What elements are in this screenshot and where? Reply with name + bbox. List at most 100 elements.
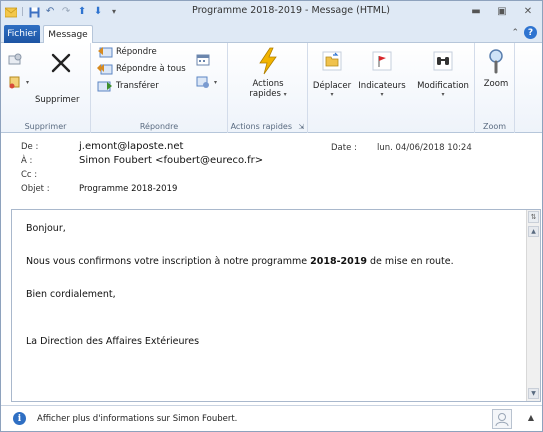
dialog-launcher-icon[interactable]: ⇲	[299, 123, 305, 131]
reply-icon	[97, 45, 113, 59]
close-icon[interactable]: ✕	[520, 4, 536, 18]
lightning-icon	[254, 47, 282, 75]
delete-button[interactable]: Supprimer	[35, 95, 79, 105]
next-item-icon[interactable]: ⬇	[92, 6, 104, 18]
forward-label: Transférer	[116, 81, 159, 91]
more-respond-button[interactable]: ▾	[195, 75, 217, 89]
flag-icon	[368, 47, 396, 75]
quick-steps-group-text: Actions rapides	[230, 122, 292, 131]
ignore-button[interactable]	[7, 53, 26, 67]
group-respond: Répondre Répondre à tous Transférer ▾ Ré…	[91, 43, 228, 133]
date-value: lun. 04/06/2018 10:24	[377, 143, 472, 153]
minimize-icon[interactable]: ▬	[468, 4, 484, 18]
subject-label: Objet :	[21, 184, 50, 194]
group-label-quick-steps: Actions rapides ⇲	[228, 122, 307, 131]
body-line-1-bold: 2018-2019	[310, 256, 367, 267]
reply-label: Répondre	[116, 47, 157, 57]
editing-button[interactable]: Modification ▾	[415, 47, 471, 98]
help-icon[interactable]: ?	[524, 26, 537, 39]
tags-button[interactable]: Indicateurs ▾	[358, 47, 406, 98]
vertical-scrollbar[interactable]: ⇅ ▲ ▼	[526, 210, 540, 401]
move-caret: ▾	[330, 91, 334, 98]
cc-row: Cc :	[21, 170, 79, 180]
move-folder-icon	[318, 47, 346, 75]
minimize-ribbon-icon[interactable]: ⌃	[511, 28, 519, 38]
ribbon-tabs: Fichier Message ⌃ ?	[1, 23, 542, 44]
quick-steps-caret: ▾	[283, 91, 287, 98]
to-row: À : Simon Foubert <foubert@eureco.fr>	[21, 155, 263, 166]
reply-all-button[interactable]: Répondre à tous	[97, 62, 186, 76]
quick-access-toolbar: | ↶ ↷ ⬆ ⬇ ▾	[1, 6, 120, 18]
expand-people-pane-icon[interactable]: ▲	[528, 413, 534, 422]
subject-row: Objet : Programme 2018-2019	[21, 184, 177, 194]
magnifier-icon	[482, 47, 510, 75]
group-tags: Indicateurs ▾	[354, 43, 409, 133]
group-label-zoom: Zoom	[482, 122, 507, 131]
body-closing: Bien cordialement,	[26, 289, 116, 300]
body-line-1-post: de mise en route.	[366, 256, 454, 267]
editing-caret: ▾	[441, 91, 445, 98]
undo-icon[interactable]: ↶	[44, 6, 56, 18]
tags-caret: ▾	[380, 91, 384, 98]
cc-label: Cc :	[21, 170, 38, 180]
people-info-link[interactable]: Afficher plus d'informations sur Simon F…	[37, 414, 237, 424]
group-label-delete: Supprimer	[24, 122, 67, 131]
zoom-button[interactable]: Zoom	[479, 47, 513, 89]
to-value[interactable]: Simon Foubert <foubert@eureco.fr>	[79, 155, 263, 166]
maximize-icon[interactable]: ▣	[494, 4, 510, 18]
outlook-app-icon[interactable]	[5, 6, 17, 18]
more-respond-caret: ▾	[214, 78, 218, 86]
title-bar: | ↶ ↷ ⬆ ⬇ ▾ Programme 2018-2019 - Messag…	[1, 1, 542, 23]
tags-label: Indicateurs	[358, 81, 406, 91]
delete-button-label: Supprimer	[35, 95, 80, 105]
meeting-icon	[195, 53, 211, 67]
from-value[interactable]: j.emont@laposte.net	[79, 141, 183, 152]
move-button[interactable]: Déplacer ▾	[312, 47, 352, 98]
message-body[interactable]: Bonjour, Nous vous confirmons votre insc…	[11, 209, 541, 402]
save-icon[interactable]	[28, 6, 40, 18]
message-body-text: Bonjour, Nous vous confirmons votre insc…	[26, 222, 516, 368]
customize-qat-icon[interactable]: ▾	[108, 6, 120, 18]
redo-icon[interactable]: ↷	[60, 6, 72, 18]
scroll-up-arrow-icon[interactable]: ▲	[528, 226, 539, 237]
quick-steps-label-2: rapides ▾	[249, 89, 286, 99]
people-pane-bar: i Afficher plus d'informations sur Simon…	[1, 405, 542, 431]
group-zoom: Zoom Zoom	[475, 43, 515, 133]
outlook-message-window: | ↶ ↷ ⬆ ⬇ ▾ Programme 2018-2019 - Messag…	[0, 0, 543, 432]
window-title: Programme 2018-2019 - Message (HTML)	[192, 5, 390, 16]
forward-button[interactable]: Transférer	[97, 79, 159, 93]
info-icon: i	[13, 412, 26, 425]
group-move: Déplacer ▾	[308, 43, 354, 133]
date-label: Date :	[331, 143, 357, 153]
from-row: De : j.emont@laposte.net	[21, 141, 183, 152]
message-headers: De : j.emont@laposte.net Date : lun. 04/…	[1, 134, 542, 204]
forward-icon	[97, 79, 113, 93]
reply-all-label: Répondre à tous	[116, 64, 186, 74]
contact-photo-icon[interactable]	[492, 409, 512, 429]
group-label-respond: Répondre	[139, 122, 179, 131]
delete-large-icon-wrap[interactable]	[47, 49, 75, 77]
quick-steps-button[interactable]: Actions rapides ▾	[242, 47, 294, 99]
group-delete: ▾ Supprimer Supprimer	[1, 43, 91, 133]
more-respond-icon	[195, 75, 211, 89]
reply-button[interactable]: Répondre	[97, 45, 157, 59]
quick-steps-label-2-text: rapides	[249, 89, 281, 99]
body-signature: La Direction des Affaires Extérieures	[26, 336, 200, 347]
binoculars-icon	[429, 47, 457, 75]
group-editing: Modification ▾	[409, 43, 475, 133]
tab-file[interactable]: Fichier	[4, 25, 40, 43]
cleanup-icon	[7, 75, 23, 89]
split-icon[interactable]: ⇅	[528, 211, 539, 223]
scroll-down-arrow-icon[interactable]: ▼	[528, 388, 539, 399]
from-label: De :	[21, 142, 39, 152]
cleanup-button[interactable]: ▾	[7, 75, 29, 89]
to-label: À :	[21, 156, 33, 166]
group-quick-steps: Actions rapides ▾ Actions rapides ⇲	[228, 43, 308, 133]
quick-steps-label-1: Actions	[252, 79, 284, 89]
previous-item-icon[interactable]: ⬆	[76, 6, 88, 18]
meeting-button[interactable]	[195, 53, 214, 67]
delete-x-icon	[47, 49, 75, 77]
body-line-1: Nous vous confirmons votre inscription à…	[26, 255, 516, 268]
ribbon: ▾ Supprimer Supprimer Répondre Répondre …	[1, 43, 542, 133]
tab-message[interactable]: Message	[43, 25, 93, 44]
